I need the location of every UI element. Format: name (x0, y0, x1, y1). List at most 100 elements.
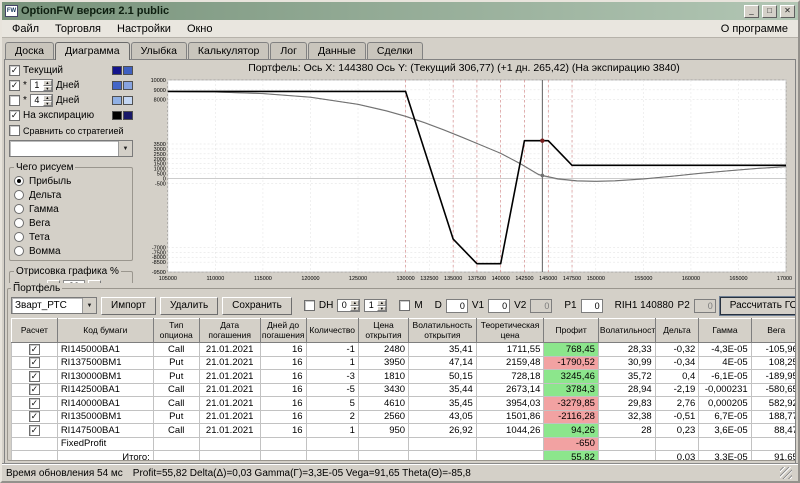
row-theor-price (476, 451, 544, 462)
column-header[interactable]: Гамма (699, 319, 751, 343)
svg-text:140000: 140000 (492, 276, 510, 282)
dh-spinner-1[interactable]: 0 ▲▼ (337, 299, 360, 312)
column-header[interactable]: Теоретическая цена (476, 319, 544, 343)
strategy-select[interactable]: Зварт_РТС ▼ (11, 297, 97, 314)
current-checkbox[interactable]: ✓ (9, 65, 20, 76)
radio-gamma[interactable]: Гамма (14, 202, 128, 216)
delete-button[interactable]: Удалить (160, 297, 218, 315)
row-days: 16 (260, 383, 306, 397)
menu-file[interactable]: Файл (4, 22, 47, 36)
spin-down-icon[interactable]: ▼ (350, 306, 359, 312)
close-button[interactable]: ✕ (780, 5, 795, 18)
resize-grip[interactable] (780, 467, 792, 479)
compare-strategy-select[interactable]: ▼ (9, 140, 133, 157)
column-header[interactable]: Волатильность открытия (409, 319, 477, 343)
p1-input[interactable] (581, 299, 603, 313)
radio-icon[interactable] (14, 232, 24, 242)
radio-profit[interactable]: Прибыль (14, 174, 128, 188)
color-swatch[interactable] (112, 66, 122, 75)
column-header[interactable]: Вега (751, 319, 796, 343)
tab-log[interactable]: Лог (270, 42, 307, 59)
minimize-button[interactable]: _ (744, 5, 759, 18)
radio-icon[interactable] (14, 190, 24, 200)
column-header[interactable]: Профит (544, 319, 599, 343)
column-header[interactable]: Цена открытия (358, 319, 408, 343)
radio-icon[interactable] (14, 218, 24, 228)
row-open-price: 1810 (358, 370, 408, 384)
column-header[interactable]: Дельта (655, 319, 699, 343)
calc-go-button[interactable]: Рассчитать ГО (720, 297, 796, 315)
row-calc-checkbox[interactable]: ✓ (29, 344, 40, 355)
color-swatch[interactable] (112, 96, 122, 105)
radio-icon[interactable] (14, 176, 24, 186)
portfolio-row: Итого:55,820,033,3E-0591,65-85,8X (12, 451, 797, 462)
menu-trading[interactable]: Торговля (47, 22, 109, 36)
spin-down-icon[interactable]: ▼ (43, 101, 52, 107)
row-calc-checkbox[interactable]: ✓ (29, 425, 40, 436)
tab-diagram[interactable]: Диаграмма (55, 42, 130, 60)
dh-checkbox[interactable] (304, 300, 315, 311)
color-swatch[interactable] (112, 81, 122, 90)
color-swatch[interactable] (123, 96, 133, 105)
radio-theta[interactable]: Тета (14, 230, 128, 244)
v1-input[interactable] (488, 299, 510, 313)
save-button[interactable]: Сохранить (222, 297, 292, 315)
day4-checkbox[interactable] (9, 95, 20, 106)
expiration-checkbox[interactable]: ✓ (9, 110, 20, 121)
import-button[interactable]: Импорт (101, 297, 156, 315)
v2-input[interactable] (530, 299, 552, 313)
menu-settings[interactable]: Настройки (109, 22, 179, 36)
dh-spinner-2[interactable]: 1 ▲▼ (364, 299, 387, 312)
tab-deals[interactable]: Сделки (367, 42, 423, 59)
column-header[interactable]: Количество (306, 319, 358, 343)
row-vol: 35,72 (598, 370, 655, 384)
spin-down-icon[interactable]: ▼ (377, 306, 386, 312)
maximize-button[interactable]: □ (762, 5, 777, 18)
column-header[interactable]: Дата погашения (199, 319, 260, 343)
spin-down-icon[interactable]: ▼ (43, 86, 52, 92)
row-calc-cell: ✓ (12, 397, 58, 411)
svg-text:105000: 105000 (159, 276, 177, 282)
chart-canvas[interactable]: 1000090008000350030002500200015001000500… (136, 77, 792, 283)
menu-about[interactable]: О программе (713, 22, 796, 36)
day1-spinner[interactable]: 1 ▲▼ (30, 79, 53, 92)
row-days: 16 (260, 356, 306, 370)
m-checkbox[interactable] (399, 300, 410, 311)
compare-strategy-checkbox[interactable] (9, 125, 20, 136)
menu-window[interactable]: Окно (179, 22, 221, 36)
row-calc-checkbox[interactable]: ✓ (29, 384, 40, 395)
radio-delta[interactable]: Дельта (14, 188, 128, 202)
row-theor-price: 728,18 (476, 370, 544, 384)
color-swatch[interactable] (123, 81, 133, 90)
day1-checkbox[interactable]: ✓ (9, 80, 20, 91)
d-input[interactable] (446, 299, 468, 313)
row-delta: 0,03 (655, 451, 699, 462)
chevron-down-icon[interactable]: ▼ (118, 141, 132, 156)
chevron-down-icon[interactable]: ▼ (82, 298, 96, 313)
column-header[interactable]: Тип опциона (153, 319, 199, 343)
color-swatch[interactable] (123, 111, 133, 120)
color-swatch[interactable] (123, 66, 133, 75)
day4-spinner[interactable]: 4 ▲▼ (30, 94, 53, 107)
column-header[interactable]: Расчет (12, 319, 58, 343)
row-calc-checkbox[interactable]: ✓ (29, 411, 40, 422)
color-swatch[interactable] (112, 111, 122, 120)
column-header[interactable]: Код бумаги (57, 319, 153, 343)
radio-vega[interactable]: Вега (14, 216, 128, 230)
tab-board[interactable]: Доска (5, 42, 54, 59)
p2-input[interactable] (694, 299, 716, 313)
tab-calculator[interactable]: Калькулятор (188, 42, 269, 59)
radio-icon[interactable] (14, 204, 24, 214)
row-theor-price: 1711,55 (476, 343, 544, 357)
row-calc-checkbox[interactable]: ✓ (29, 398, 40, 409)
column-header[interactable]: Волатильность (598, 319, 655, 343)
radio-vomma[interactable]: Вомма (14, 244, 128, 258)
row-calc-checkbox[interactable]: ✓ (29, 357, 40, 368)
radio-icon[interactable] (14, 246, 24, 256)
svg-text:142500: 142500 (515, 276, 533, 282)
tab-data[interactable]: Данные (308, 42, 366, 59)
portfolio-row: ✓RI135000BM1Put21.01.2021162256043,05150… (12, 410, 797, 424)
row-calc-checkbox[interactable]: ✓ (29, 371, 40, 382)
tab-smile[interactable]: Улыбка (131, 42, 187, 59)
column-header[interactable]: Дней до погашения (260, 319, 306, 343)
